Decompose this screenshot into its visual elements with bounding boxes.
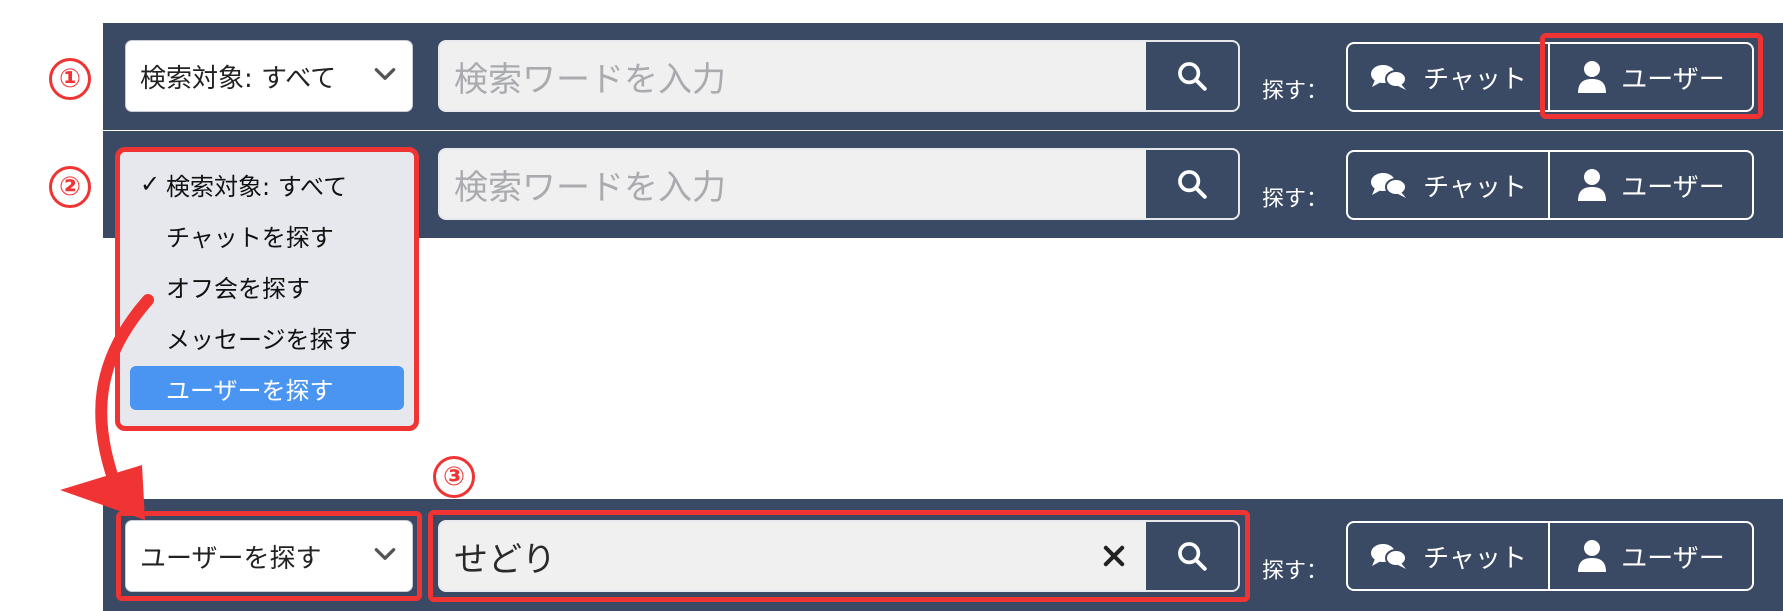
user-icon bbox=[1578, 540, 1607, 572]
find-toggle-group: チャット ユーザー bbox=[1346, 521, 1754, 591]
chat-bubbles-icon bbox=[1371, 544, 1408, 569]
highlight-select bbox=[116, 511, 422, 601]
find-label: 探す： bbox=[1262, 559, 1329, 584]
chat-label: チャット bbox=[1423, 543, 1527, 574]
highlight-search bbox=[428, 510, 1250, 602]
user-label: ユーザー bbox=[1621, 543, 1725, 574]
user-button[interactable]: ユーザー bbox=[1550, 523, 1752, 589]
chat-button[interactable]: チャット bbox=[1348, 523, 1550, 589]
